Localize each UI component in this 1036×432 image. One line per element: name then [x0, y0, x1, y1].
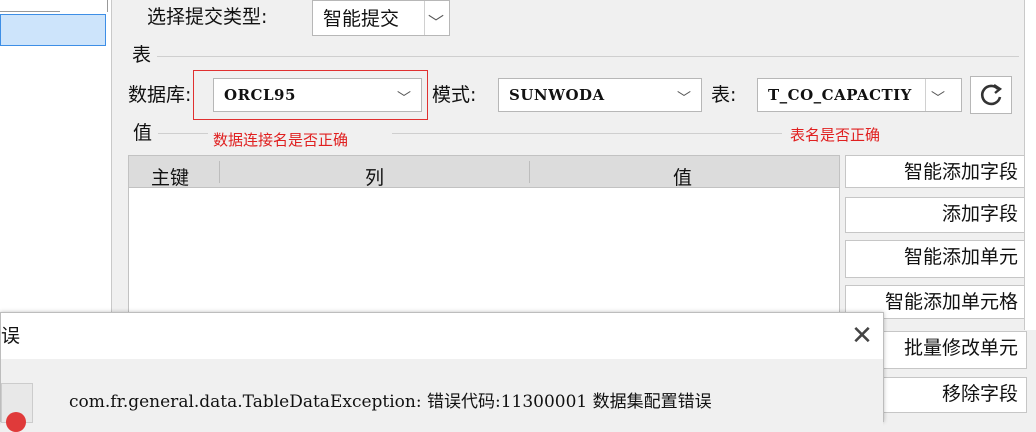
value-section-title: 值 [133, 122, 153, 144]
refresh-button[interactable] [970, 76, 1012, 114]
fields-table-header: 主键 列 值 [128, 155, 840, 190]
schema-value: SUNWODA [509, 86, 605, 104]
column-separator [219, 161, 220, 183]
column-separator [529, 161, 530, 183]
dialog-title: 误 [1, 325, 21, 347]
dialog-body: com.fr.general.data.TableDataException: … [1, 359, 883, 432]
section-divider [392, 133, 782, 134]
smart-add-field-button[interactable]: 智能添加字段 [845, 155, 1027, 188]
schema-label: 模式: [432, 84, 477, 106]
chevron-down-icon[interactable]: ﹀ [675, 88, 693, 107]
column-header-value[interactable]: 值 [673, 163, 692, 190]
select-divider [424, 1, 425, 35]
error-message: com.fr.general.data.TableDataException: … [69, 387, 712, 412]
database-hint-annotation: 数据连接名是否正确 [213, 131, 349, 149]
submit-type-label: 选择提交类型: [147, 6, 268, 28]
close-icon[interactable]: ✕ [847, 321, 877, 351]
tree-divider [104, 0, 108, 12]
chevron-down-icon[interactable]: ﹀ [428, 9, 444, 33]
smart-add-cell-button[interactable]: 智能添加单元 [845, 240, 1027, 278]
table-select[interactable]: T_CO_CAPACTIY ﹀ [757, 78, 962, 112]
error-message-text: com.fr.general.data.TableDataException: … [69, 392, 712, 412]
select-divider [925, 79, 926, 111]
error-icon [1, 383, 33, 432]
submit-type-select[interactable]: 智能提交 ﹀ [312, 0, 450, 36]
add-field-button[interactable]: 添加字段 [845, 197, 1027, 233]
chevron-down-icon[interactable]: ﹀ [931, 88, 945, 108]
error-dialog: 误 ✕ com.fr.general.data.TableDataExcepti… [0, 312, 884, 432]
column-header-column[interactable]: 列 [365, 163, 384, 190]
section-divider [157, 56, 1019, 57]
database-label: 数据库: [128, 84, 192, 106]
database-highlight-box [193, 70, 428, 120]
tree-header-fragment [0, 0, 60, 12]
table-hint-annotation: 表名是否正确 [790, 126, 881, 144]
refresh-icon [980, 84, 1003, 106]
right-scroll-panel [1024, 0, 1036, 330]
fields-table-body[interactable] [128, 188, 840, 318]
error-badge [6, 412, 26, 432]
table-value: T_CO_CAPACTIY [768, 86, 912, 104]
table-section-title: 表 [132, 44, 152, 66]
tree-selected-item[interactable] [0, 14, 106, 46]
table-label: 表: [711, 84, 737, 106]
left-tree-panel [0, 0, 112, 320]
submit-type-value: 智能提交 [323, 8, 400, 30]
dialog-title-bar: 误 ✕ [1, 313, 883, 357]
section-divider [158, 133, 208, 134]
column-header-key[interactable]: 主键 [151, 163, 189, 190]
schema-select[interactable]: SUNWODA ﹀ [498, 78, 702, 112]
